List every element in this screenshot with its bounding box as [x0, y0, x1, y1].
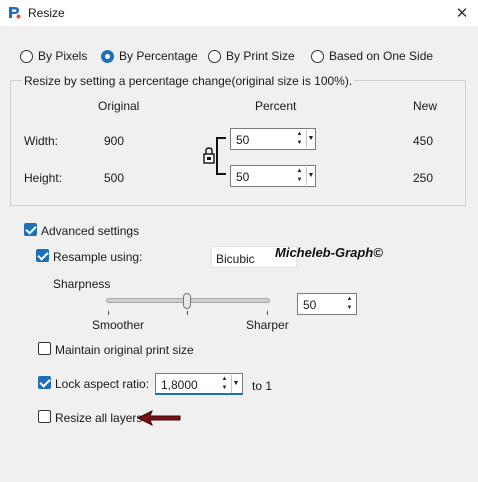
radio-indicator	[208, 49, 221, 63]
sharpness-max-label: Sharper	[246, 318, 289, 332]
radio-label: By Pixels	[38, 49, 88, 63]
radio-indicator	[101, 49, 114, 63]
height-percent-spin[interactable]: 50 ▲ ▼ ▼	[230, 165, 316, 187]
resize-all-layers-checkbox[interactable]	[38, 410, 51, 423]
pointer-arrow-icon	[136, 410, 181, 426]
aspect-ratio-value: 1,8000	[161, 378, 198, 392]
resample-checkbox[interactable]	[36, 249, 49, 262]
height-new: 250	[413, 171, 434, 185]
spin-arrows[interactable]: ▲ ▼	[220, 375, 229, 393]
radio-by-percentage[interactable]: By Percentage	[101, 49, 198, 63]
header-percent: Percent	[255, 99, 297, 113]
width-new: 450	[413, 134, 434, 148]
maintain-print-size-checkbox[interactable]	[38, 342, 51, 355]
radio-indicator	[20, 49, 33, 63]
lock-icon[interactable]	[200, 132, 228, 180]
watermark-text: Micheleb-Graph©	[275, 245, 383, 260]
close-button[interactable]: ✕	[446, 0, 478, 26]
height-original: 500	[104, 171, 125, 185]
width-original: 900	[104, 134, 125, 148]
spin-down-icon[interactable]: ▼	[345, 304, 354, 313]
dropdown-arrow-icon[interactable]: ▼	[306, 130, 315, 148]
slider-tick	[267, 311, 268, 315]
width-percent-spin[interactable]: 50 ▲ ▼ ▼	[230, 128, 316, 150]
width-label: Width:	[24, 134, 59, 148]
spin-up-icon[interactable]: ▲	[295, 130, 304, 139]
sharpness-value: 50	[303, 298, 317, 312]
height-label: Height:	[24, 171, 63, 185]
radio-label: By Percentage	[119, 49, 198, 63]
title-bar: Resize ✕	[0, 0, 478, 26]
width-percent-value: 50	[236, 133, 250, 147]
spin-arrows[interactable]: ▲ ▼	[295, 130, 304, 148]
sharpness-min-label: Smoother	[92, 318, 145, 332]
height-percent-value: 50	[236, 170, 250, 184]
sharpness-label: Sharpness	[53, 277, 111, 291]
resample-method-value: Bicubic	[216, 252, 255, 266]
spin-down-icon[interactable]: ▼	[295, 139, 304, 148]
advanced-settings-label: Advanced settings	[41, 224, 140, 238]
sharpness-slider-thumb[interactable]	[183, 293, 191, 309]
radio-indicator	[311, 49, 324, 63]
spin-down-icon[interactable]: ▼	[295, 176, 304, 185]
dropdown-arrow-icon[interactable]: ▼	[306, 167, 315, 185]
radio-label: Based on One Side	[329, 49, 434, 63]
lock-aspect-label: Lock aspect ratio:	[55, 377, 150, 391]
spin-arrows[interactable]: ▲ ▼	[345, 295, 354, 313]
aspect-ratio-suffix: to 1	[252, 379, 273, 393]
header-new: New	[413, 99, 438, 113]
spin-up-icon[interactable]: ▲	[220, 375, 229, 384]
paintshop-app-icon	[7, 5, 21, 19]
spin-arrows[interactable]: ▲ ▼	[295, 167, 304, 185]
sharpness-spin[interactable]: 50 ▲ ▼	[297, 293, 357, 315]
dropdown-arrow-icon[interactable]: ▼	[231, 375, 240, 393]
resize-mode-group: By Pixels By Percentage By Print Size Ba…	[0, 49, 478, 65]
lock-aspect-checkbox[interactable]	[38, 376, 51, 389]
group-legend: Resize by setting a percentage change(or…	[22, 74, 355, 88]
spin-up-icon[interactable]: ▲	[295, 167, 304, 176]
resample-label: Resample using:	[53, 250, 143, 264]
slider-tick	[108, 311, 109, 315]
resize-all-layers-label: Resize all layers	[55, 411, 143, 425]
spin-up-icon[interactable]: ▲	[345, 295, 354, 304]
aspect-ratio-spin[interactable]: 1,8000 ▲ ▼ ▼	[155, 373, 243, 395]
window-title: Resize	[28, 6, 65, 20]
radio-by-print-size[interactable]: By Print Size	[208, 49, 295, 63]
maintain-print-size-label: Maintain original print size	[55, 343, 194, 357]
close-icon: ✕	[455, 5, 469, 22]
radio-by-pixels[interactable]: By Pixels	[20, 49, 87, 63]
spin-down-icon[interactable]: ▼	[220, 384, 229, 393]
advanced-settings-checkbox[interactable]	[24, 223, 37, 236]
radio-based-on-one-side[interactable]: Based on One Side	[311, 49, 433, 63]
radio-label: By Print Size	[226, 49, 295, 63]
slider-tick	[187, 311, 188, 315]
header-original: Original	[98, 99, 140, 113]
